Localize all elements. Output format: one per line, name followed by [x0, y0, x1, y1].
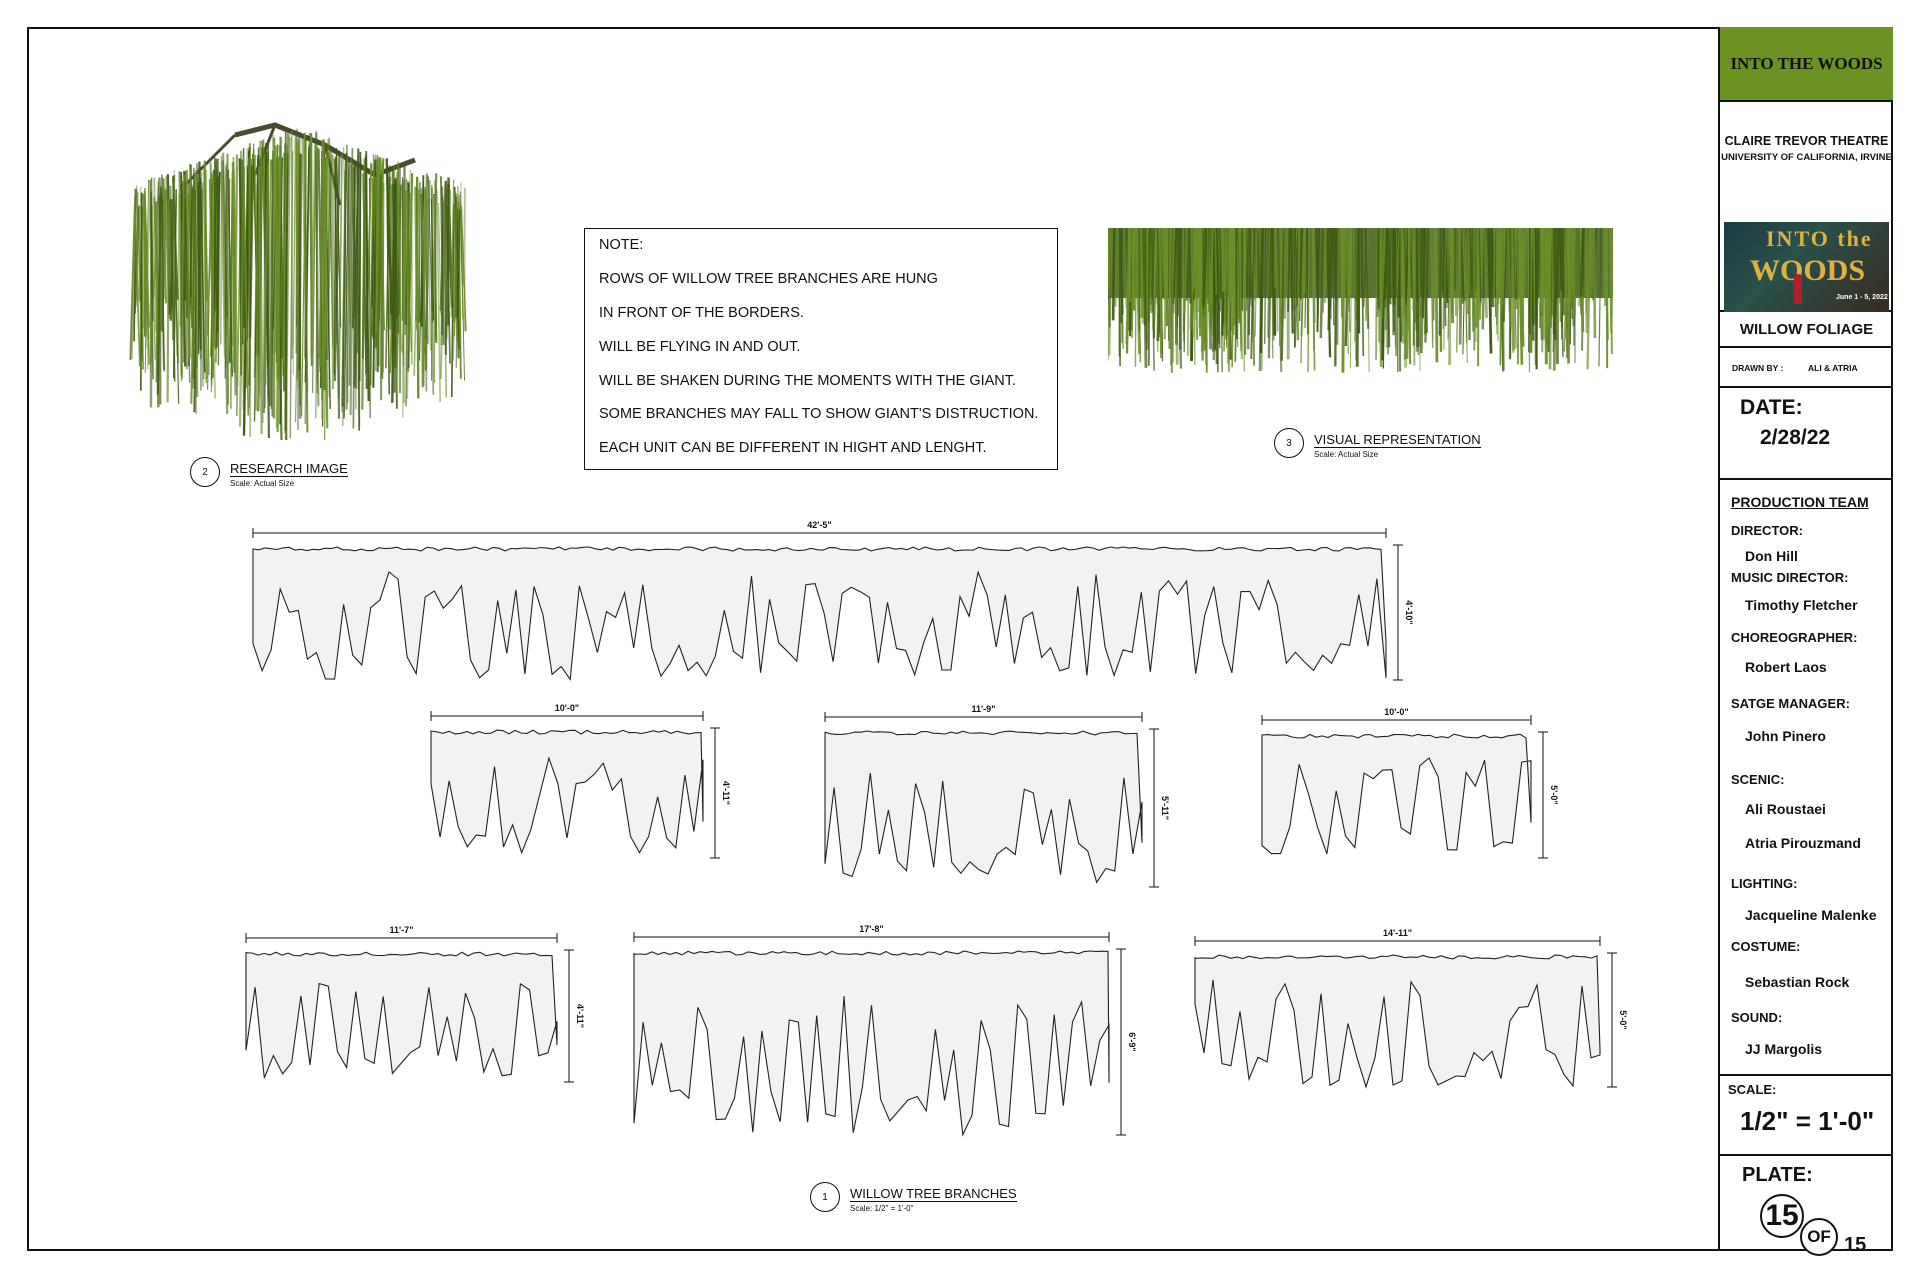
team-member: John Pinero	[1745, 728, 1826, 744]
foliage-unit-outline	[430, 729, 704, 855]
team-member: Robert Laos	[1745, 659, 1827, 675]
foliage-unit-outline	[1261, 733, 1532, 855]
foliage-unit-outline	[633, 950, 1110, 1137]
callout-number: 1	[810, 1182, 840, 1212]
poster-title-line1: INTO the	[1766, 226, 1873, 251]
width-dimension-label: 14'-11"	[1383, 928, 1412, 938]
foliage-unit-elevations: 42'-5" 4'-10" 10'-0" 4'-11" 11'-9" 5'-11" 10'-…	[245, 520, 1628, 1137]
team-member: JJ Margolis	[1745, 1041, 1823, 1057]
title-block: INTO THE WOODS CLAIRE TREVOR THEATRE UNI…	[1718, 27, 1893, 1256]
poster-figure	[1794, 274, 1802, 304]
poster-dates: June 1 - 5, 2022	[1836, 294, 1888, 301]
plate-of: OF	[1800, 1218, 1838, 1256]
team-member: Ali Roustaei	[1745, 801, 1826, 817]
foliage-unit: 10'-0" 4'-11"	[430, 703, 731, 859]
team-role: SATGE MANAGER:	[1731, 696, 1850, 711]
team-member: Don Hill	[1745, 548, 1798, 564]
plate-number: 15	[1760, 1194, 1804, 1238]
callout-title: WILLOW TREE BRANCHES	[850, 1186, 1017, 1202]
team-role: LIGHTING:	[1731, 876, 1798, 891]
height-dimension-label: 4'-11"	[721, 781, 731, 805]
production-team-heading: PRODUCTION TEAM	[1731, 494, 1869, 510]
height-dimension-label: 4'-11"	[575, 1004, 585, 1028]
foliage-unit-outline	[824, 730, 1143, 884]
foliage-unit: 17'-8" 6'-9"	[633, 924, 1137, 1137]
show-title: INTO THE WOODS	[1720, 27, 1893, 102]
team-member: Sebastian Rock	[1745, 974, 1850, 990]
team-role: CHOREOGRAPHER:	[1731, 630, 1858, 645]
drawn-by-value: ALI & ATRIA	[1808, 363, 1858, 373]
venue-section: CLAIRE TREVOR THEATRE UNIVERSITY OF CALI…	[1720, 102, 1893, 312]
scale-value: 1/2" = 1'-0"	[1740, 1106, 1875, 1136]
show-poster: INTO the WOODS June 1 - 5, 2022	[1724, 222, 1889, 312]
foliage-unit-outline	[252, 546, 1387, 681]
institution-name: UNIVERSITY OF CALIFORNIA, IRVINE	[1721, 152, 1892, 163]
team-role: COSTUME:	[1731, 939, 1801, 954]
production-team-section: PRODUCTION TEAM DIRECTOR: Don Hill MUSIC…	[1720, 480, 1893, 1076]
foliage-unit-outline	[245, 951, 558, 1079]
team-member: Timothy Fletcher	[1745, 597, 1858, 613]
team-member: Atria Pirouzmand	[1745, 835, 1861, 851]
foliage-unit: 11'-7" 4'-11"	[245, 925, 585, 1083]
team-member: Jacqueline Malenke	[1745, 907, 1877, 923]
foliage-unit-outline	[1194, 954, 1601, 1089]
foliage-unit: 14'-11" 5'-0"	[1194, 928, 1628, 1089]
height-dimension-label: 5'-11"	[1160, 796, 1170, 820]
date-label: DATE:	[1740, 396, 1803, 419]
date-value: 2/28/22	[1760, 426, 1831, 449]
height-dimension-label: 4'-10"	[1404, 600, 1414, 624]
sheet-title: WILLOW FOLIAGE	[1720, 312, 1893, 348]
height-dimension-label: 6'-9"	[1127, 1032, 1137, 1051]
callout-scale: Scale: 1/2" = 1'-0"	[850, 1204, 914, 1213]
team-role: MUSIC DIRECTOR:	[1731, 570, 1849, 585]
poster-title-line2: WOODS	[1750, 254, 1866, 287]
scale-section: SCALE: 1/2" = 1'-0"	[1720, 1076, 1893, 1156]
foliage-unit: 10'-0" 5'-0"	[1261, 707, 1559, 859]
width-dimension-label: 11'-9"	[972, 704, 996, 714]
scale-label: SCALE:	[1728, 1082, 1777, 1097]
width-dimension-label: 17'-8"	[859, 924, 883, 934]
team-role: SOUND:	[1731, 1010, 1783, 1025]
plate-total: 15	[1844, 1234, 1867, 1256]
width-dimension-label: 11'-7"	[390, 925, 414, 935]
width-dimension-label: 10'-0"	[555, 703, 579, 713]
width-dimension-label: 42'-5"	[807, 520, 831, 530]
team-role: DIRECTOR:	[1731, 523, 1803, 538]
plate-section: PLATE: 15 OF 15	[1720, 1156, 1893, 1256]
height-dimension-label: 5'-0"	[1549, 785, 1559, 804]
width-dimension-label: 10'-0"	[1384, 707, 1408, 717]
drawn-by-section: DRAWN BY : ALI & ATRIA	[1720, 348, 1893, 388]
drawn-by-label: DRAWN BY :	[1732, 363, 1784, 373]
venue-name: CLAIRE TREVOR THEATRE	[1724, 134, 1889, 148]
plate-label: PLATE:	[1742, 1164, 1813, 1186]
foliage-unit: 11'-9" 5'-11"	[824, 704, 1170, 888]
date-section: DATE: 2/28/22	[1720, 388, 1893, 480]
foliage-unit: 42'-5" 4'-10"	[252, 520, 1414, 681]
team-role: SCENIC:	[1731, 772, 1785, 787]
height-dimension-label: 5'-0"	[1618, 1010, 1628, 1029]
